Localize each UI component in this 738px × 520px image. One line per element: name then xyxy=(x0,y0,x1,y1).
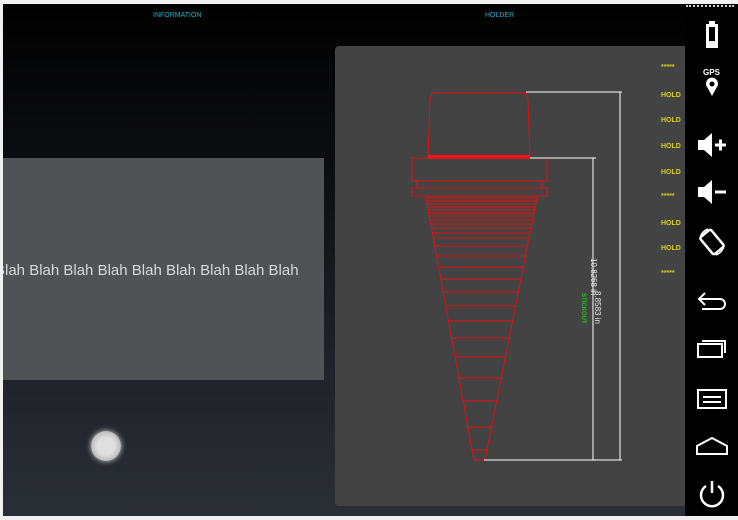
app-screen: INFORMATION HOLDER Blah Blah Blah Blah B… xyxy=(3,4,685,516)
holder-panel: 10.8268 in 8.8583 in STICKOUT ***** HOLD H… xyxy=(335,46,685,506)
gps-label: GPS xyxy=(703,68,720,77)
holder-list-item[interactable]: ***** xyxy=(661,270,675,277)
holder-list-item[interactable]: ***** xyxy=(661,64,675,71)
information-text: Blah Blah Blah Blah Blah Blah Blah Blah … xyxy=(3,262,299,279)
back-icon[interactable] xyxy=(685,290,738,312)
system-nav-bar: GPS xyxy=(685,4,738,516)
holder-list-item[interactable]: HOLD xyxy=(661,169,681,176)
volume-up-icon[interactable] xyxy=(685,132,738,158)
tab-information[interactable]: INFORMATION xyxy=(153,12,201,19)
tool-flange xyxy=(411,157,548,182)
holder-list-item[interactable]: HOLD xyxy=(661,92,681,99)
status-dots xyxy=(686,5,734,7)
tool-cone xyxy=(425,197,538,461)
recent-apps-icon[interactable] xyxy=(685,337,738,359)
overall-length-label: 10.8268 in xyxy=(589,258,598,296)
menu-icon[interactable] xyxy=(685,388,738,410)
battery-icon xyxy=(685,20,738,50)
holder-drawing xyxy=(411,91,622,461)
floating-button[interactable] xyxy=(91,431,121,461)
rotate-icon[interactable] xyxy=(685,226,738,258)
holder-list-item[interactable]: ***** xyxy=(661,193,675,200)
stickout-length-label: 8.8583 in xyxy=(593,291,602,324)
tool-cap xyxy=(427,92,531,159)
information-panel: Blah Blah Blah Blah Blah Blah Blah Blah … xyxy=(3,158,324,380)
home-icon[interactable] xyxy=(685,436,738,456)
power-icon[interactable] xyxy=(685,478,738,510)
holder-list-item[interactable]: HOLD xyxy=(661,117,681,124)
stickout-label: STICKOUT xyxy=(580,293,586,324)
holder-list-item[interactable]: HOLD xyxy=(661,143,681,150)
holder-list-item[interactable]: HOLD xyxy=(661,220,681,227)
tab-holder[interactable]: HOLDER xyxy=(485,12,514,19)
volume-down-icon[interactable] xyxy=(685,179,738,205)
holder-list-item[interactable]: HOLD xyxy=(661,245,681,252)
gps-icon: GPS xyxy=(685,68,738,97)
